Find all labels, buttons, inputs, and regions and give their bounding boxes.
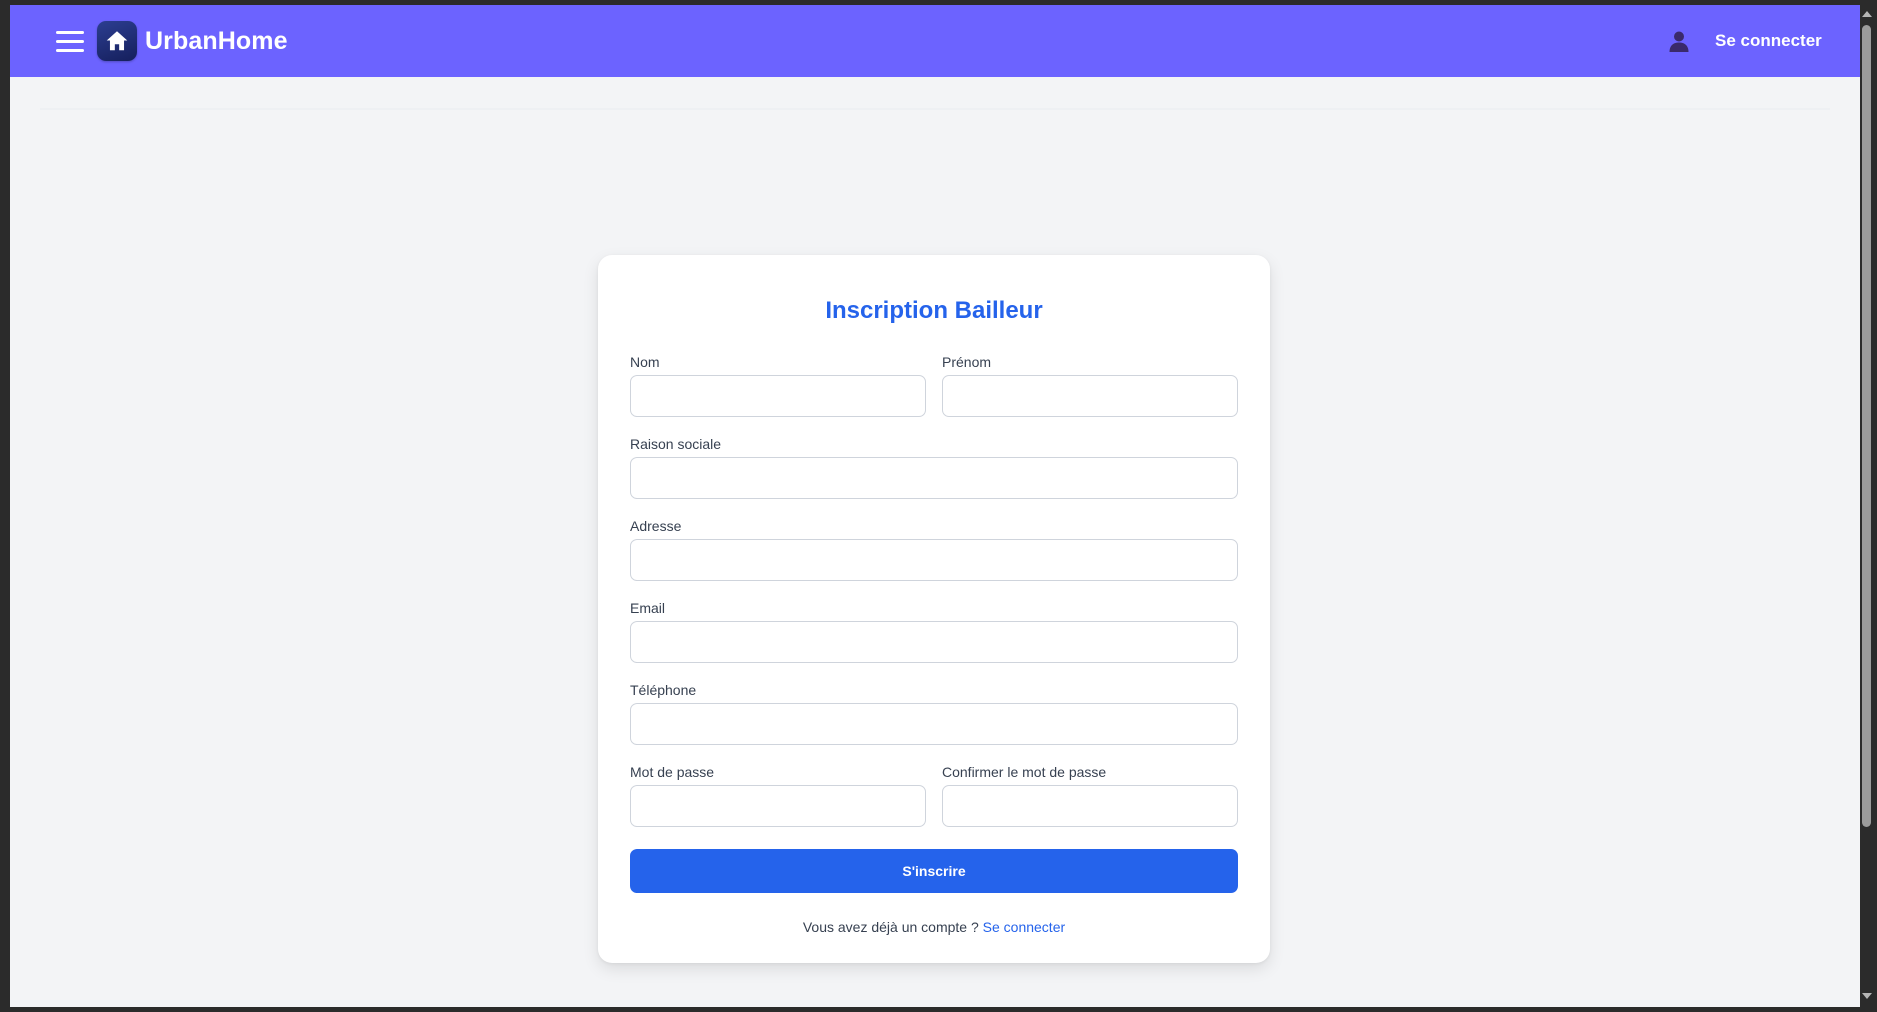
confirm-password-input[interactable]: [942, 785, 1238, 827]
vertical-scrollbar[interactable]: [1860, 5, 1873, 1007]
home-icon[interactable]: [97, 21, 137, 61]
scroll-down-arrow-icon[interactable]: [1862, 993, 1872, 999]
user-icon[interactable]: [1667, 29, 1691, 53]
raison-sociale-label: Raison sociale: [630, 436, 722, 452]
navbar-login-link[interactable]: Se connecter: [1715, 31, 1822, 51]
browser-viewport: UrbanHome Se connecter Inscription Baill…: [10, 5, 1860, 1007]
login-link[interactable]: Se connecter: [983, 919, 1066, 935]
nom-label: Nom: [630, 354, 660, 370]
nom-input[interactable]: [630, 375, 926, 417]
hamburger-menu-icon[interactable]: [56, 31, 84, 53]
password-input[interactable]: [630, 785, 926, 827]
adresse-input[interactable]: [630, 539, 1238, 581]
scroll-up-arrow-icon[interactable]: [1862, 11, 1872, 17]
brand-name[interactable]: UrbanHome: [145, 27, 288, 55]
register-button[interactable]: S'inscrire: [630, 849, 1238, 893]
page-title: Inscription Bailleur: [825, 297, 1043, 324]
adresse-label: Adresse: [630, 518, 682, 534]
prenom-label: Prénom: [942, 354, 992, 370]
content-divider: [40, 108, 1830, 110]
confirm-password-label: Confirmer le mot de passe: [942, 764, 1107, 780]
telephone-label: Téléphone: [630, 682, 697, 698]
scroll-thumb[interactable]: [1862, 25, 1871, 827]
prenom-input[interactable]: [942, 375, 1238, 417]
raison-sociale-input[interactable]: [630, 457, 1238, 499]
top-navbar: UrbanHome Se connecter: [10, 5, 1860, 77]
home-icon-glyph: [106, 31, 128, 51]
password-label: Mot de passe: [630, 764, 715, 780]
email-label: Email: [630, 600, 666, 616]
registration-card: Inscription Bailleur Nom Prénom Raison s…: [598, 255, 1270, 963]
telephone-input[interactable]: [630, 703, 1238, 745]
login-prompt: Vous avez déjà un compte ? Se connecter: [598, 919, 1270, 935]
login-prompt-text: Vous avez déjà un compte ?: [802, 919, 983, 935]
email-input[interactable]: [630, 621, 1238, 663]
